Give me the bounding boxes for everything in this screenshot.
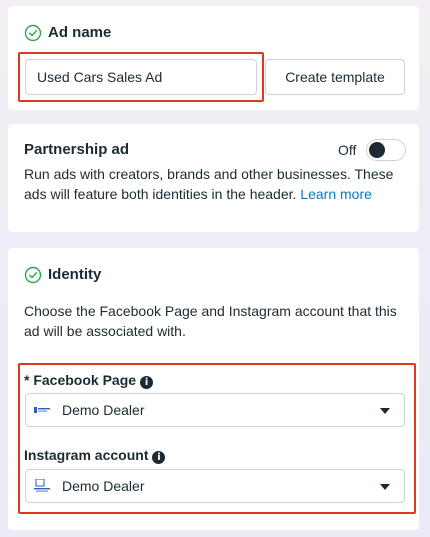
identity-title: Identity (48, 266, 102, 283)
dealer-logo-icon (34, 478, 50, 493)
partnership-description: Run ads with creators, brands and other … (24, 164, 409, 204)
partnership-toggle[interactable] (366, 139, 406, 161)
ad-name-input[interactable] (25, 59, 257, 95)
learn-more-link[interactable]: Learn more (300, 186, 372, 202)
create-template-button[interactable]: Create template (265, 59, 405, 95)
instagram-account-label-text: Instagram account (24, 447, 149, 463)
caret-down-icon (380, 484, 390, 490)
instagram-account-select[interactable]: Demo Dealer (25, 469, 405, 503)
ad-name-title: Ad name (48, 24, 112, 41)
ad-name-card: Ad name Create template (8, 6, 419, 110)
info-icon[interactable]: i (152, 451, 166, 464)
instagram-account-label: Instagram account i (24, 447, 166, 464)
partnership-ad-card: Partnership ad Off Run ads with creators… (8, 124, 419, 232)
check-circle-icon (24, 24, 42, 42)
check-circle-icon (24, 266, 42, 284)
dealer-logo-icon (34, 403, 50, 417)
identity-description: Choose the Facebook Page and Instagram a… (24, 303, 397, 339)
instagram-account-value: Demo Dealer (62, 478, 145, 494)
facebook-page-label: * Facebook Page i (24, 372, 154, 389)
partnership-ad-title: Partnership ad (24, 141, 130, 158)
caret-down-icon (380, 408, 390, 414)
toggle-knob (369, 142, 385, 158)
identity-card: Identity Choose the Facebook Page and In… (8, 248, 419, 530)
facebook-page-select[interactable]: Demo Dealer (25, 393, 405, 427)
facebook-page-label-text: * Facebook Page (24, 372, 137, 388)
info-icon[interactable]: i (140, 376, 154, 389)
partnership-toggle-label: Off (338, 142, 357, 158)
facebook-page-value: Demo Dealer (62, 402, 145, 418)
